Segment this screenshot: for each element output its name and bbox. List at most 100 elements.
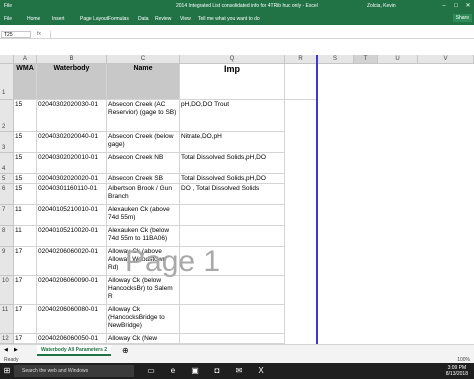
column-header-u[interactable]: U: [378, 55, 418, 64]
cell-imp[interactable]: Nitrate,DO,pH: [180, 132, 285, 153]
cell-name[interactable]: Absecon Creek (AC Reservior) (gage to SB…: [107, 100, 180, 132]
file-explorer-icon[interactable]: ▣: [190, 366, 200, 376]
share-button[interactable]: Share: [452, 14, 472, 22]
cell-wma[interactable]: 15: [14, 100, 37, 132]
row-header[interactable]: 6: [0, 184, 14, 205]
cell-imp[interactable]: Total Dissolved Solids,pH,DO: [180, 153, 285, 174]
header-imp[interactable]: Imp: [180, 64, 285, 100]
sheet-tab[interactable]: Waterbody All Parameters 2: [37, 345, 112, 356]
column-header-t[interactable]: T: [354, 55, 378, 64]
header-waterbody[interactable]: Waterbody: [37, 64, 107, 100]
cell-imp[interactable]: [180, 305, 285, 334]
minimize-icon[interactable]: –: [438, 0, 450, 12]
row-header[interactable]: 2: [0, 100, 14, 132]
row-header[interactable]: 8: [0, 226, 14, 247]
close-icon[interactable]: ✕: [462, 0, 474, 12]
cell-waterbody[interactable]: 02040206060080-01: [37, 305, 107, 334]
cell-name[interactable]: Alloway Ck (HancocksBridge to NewBridge): [107, 305, 180, 334]
cell-wma[interactable]: 15: [14, 132, 37, 153]
outlook-icon[interactable]: ✉: [234, 366, 244, 376]
user-name[interactable]: Zolcia, Kevin: [367, 3, 396, 9]
file-label[interactable]: File: [4, 3, 12, 9]
taskbar-search[interactable]: Search the web and Windows: [14, 365, 134, 377]
maximize-icon[interactable]: □: [450, 0, 462, 12]
tab-view[interactable]: View: [180, 16, 191, 22]
cell-wma[interactable]: 11: [14, 226, 37, 247]
edge-icon[interactable]: e: [168, 366, 178, 376]
row-header[interactable]: 9: [0, 247, 14, 276]
store-icon[interactable]: ◘: [212, 366, 222, 376]
row-header[interactable]: 10: [0, 276, 14, 305]
cell-waterbody[interactable]: 02040302020040-01: [37, 132, 107, 153]
cell-wma[interactable]: 17: [14, 276, 37, 305]
cell-waterbody[interactable]: 02040105210020-01: [37, 226, 107, 247]
scroll-tabs-right-icon[interactable]: ▶: [14, 347, 18, 353]
windows-start-icon[interactable]: ⊞: [2, 366, 12, 376]
tab-file[interactable]: File: [4, 16, 12, 22]
cell-waterbody[interactable]: 02040302020030-01: [37, 100, 107, 132]
cell-name[interactable]: Absecon Creek (below gage): [107, 132, 180, 153]
cell-name[interactable]: Alexauken Ck (below 74d 55m to 11BA06): [107, 226, 180, 247]
tab-home[interactable]: Home: [27, 16, 40, 22]
select-all-corner[interactable]: [0, 55, 14, 64]
formula-input[interactable]: [50, 31, 472, 38]
cell-imp[interactable]: pH,DO,DO Trout: [180, 100, 285, 132]
tab-data[interactable]: Data: [138, 16, 149, 22]
cell-waterbody[interactable]: 02040206060020-01: [37, 247, 107, 276]
cell-wma[interactable]: 17: [14, 334, 37, 344]
cell-name[interactable]: Alloway Ck (New: [107, 334, 180, 344]
cell-imp[interactable]: Total Dissolved Solids,pH,DO: [180, 174, 285, 184]
cell-waterbody[interactable]: 02040105210010-01: [37, 205, 107, 226]
cell-imp[interactable]: DO , Total Dissolved Solids: [180, 184, 285, 205]
tab-page-layout[interactable]: Page Layout: [80, 16, 108, 22]
tab-insert[interactable]: Insert: [52, 16, 65, 22]
row-header[interactable]: 4: [0, 153, 14, 174]
cell-imp[interactable]: [180, 205, 285, 226]
scroll-tabs-left-icon[interactable]: ◀: [4, 347, 8, 353]
fx-icon[interactable]: fx: [37, 31, 41, 37]
column-header-v[interactable]: V: [418, 55, 474, 64]
row-header[interactable]: 5: [0, 174, 14, 184]
column-header-b[interactable]: B: [37, 55, 107, 64]
row-header[interactable]: 7: [0, 205, 14, 226]
cell-name[interactable]: Alexauken Ck (above 74d 55m): [107, 205, 180, 226]
row-header[interactable]: 12: [0, 334, 14, 344]
empty-cell[interactable]: [285, 64, 317, 100]
task-view-icon[interactable]: ▭: [146, 366, 156, 376]
cell-wma[interactable]: 11: [14, 205, 37, 226]
cell-name[interactable]: Albertson Brook / Gun Branch: [107, 184, 180, 205]
column-header-c[interactable]: C: [107, 55, 180, 64]
cell-waterbody[interactable]: 02040302020010-01: [37, 153, 107, 174]
cell-name[interactable]: Alloway Ck (below HancocksBr) to Salem R: [107, 276, 180, 305]
tell-me-input[interactable]: Tell me what you want to do: [198, 16, 260, 22]
cell-wma[interactable]: 15: [14, 153, 37, 174]
cell-waterbody[interactable]: 02040302020020-01: [37, 174, 107, 184]
name-box[interactable]: T25: [1, 31, 31, 38]
column-header-a[interactable]: A: [14, 55, 37, 64]
column-header-s[interactable]: S: [317, 55, 354, 64]
taskbar-clock[interactable]: 3:09 PM 8/13/2018: [446, 365, 468, 377]
header-name[interactable]: Name: [107, 64, 180, 100]
column-header-r[interactable]: R: [285, 55, 317, 64]
row-header[interactable]: 1: [0, 64, 14, 100]
tab-review[interactable]: Review: [155, 16, 171, 22]
cell-waterbody[interactable]: 02040206060050-01: [37, 334, 107, 344]
column-header-q[interactable]: Q: [180, 55, 285, 64]
cell-wma[interactable]: 17: [14, 305, 37, 334]
cell-name[interactable]: Absecon Creek NB: [107, 153, 180, 174]
cell-wma[interactable]: 15: [14, 174, 37, 184]
cell-imp[interactable]: [180, 276, 285, 305]
cell-waterbody[interactable]: 02040206060090-01: [37, 276, 107, 305]
cell-imp[interactable]: [180, 334, 285, 344]
tab-formulas[interactable]: Formulas: [108, 16, 129, 22]
header-wma[interactable]: WMA: [14, 64, 37, 100]
cell-wma[interactable]: 15: [14, 184, 37, 205]
row-header[interactable]: 11: [0, 305, 14, 334]
row-header[interactable]: 3: [0, 132, 14, 153]
excel-icon[interactable]: X: [256, 366, 266, 376]
cell-waterbody[interactable]: 02040301160110-01: [37, 184, 107, 205]
cell-wma[interactable]: 17: [14, 247, 37, 276]
add-sheet-icon[interactable]: ⊕: [122, 346, 129, 355]
cell-imp[interactable]: [180, 226, 285, 247]
cell-name[interactable]: Absecon Creek SB: [107, 174, 180, 184]
